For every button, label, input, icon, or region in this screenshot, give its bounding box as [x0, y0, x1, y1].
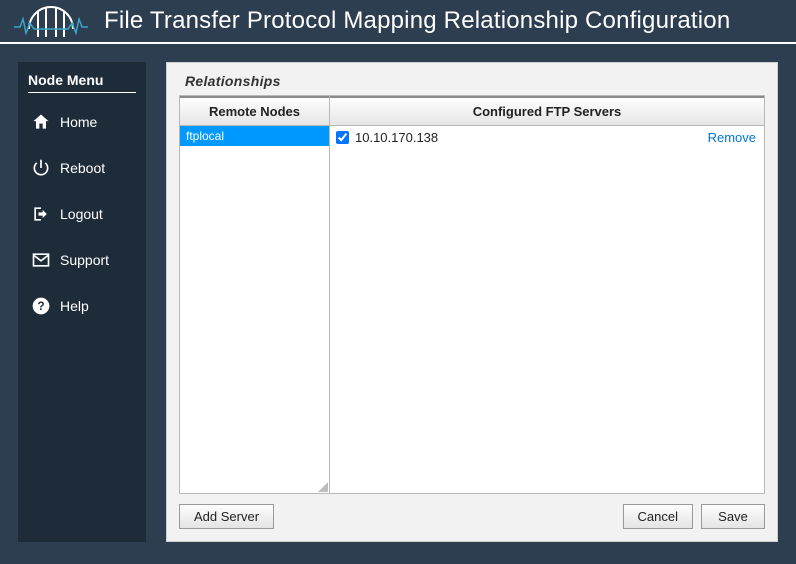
save-button[interactable]: Save: [701, 504, 765, 529]
sidebar-item-label: Reboot: [60, 160, 105, 176]
server-ip: 10.10.170.138: [355, 130, 708, 145]
servers-column: Configured FTP Servers 10.10.170.138 Rem…: [330, 96, 764, 493]
remote-node-item[interactable]: ftplocal: [180, 126, 329, 146]
servers-header: Configured FTP Servers: [330, 96, 764, 126]
sidebar-title: Node Menu: [28, 72, 136, 93]
sidebar-item-support[interactable]: Support: [28, 241, 136, 279]
mail-icon: [30, 249, 52, 271]
sidebar-item-label: Help: [60, 298, 89, 314]
home-icon: [30, 111, 52, 133]
server-row: 10.10.170.138 Remove: [330, 126, 764, 149]
server-checkbox[interactable]: [336, 131, 349, 144]
sidebar-item-label: Logout: [60, 206, 103, 222]
remote-nodes-column: Remote Nodes ftplocal: [180, 96, 330, 493]
sidebar-item-help[interactable]: ? Help: [28, 287, 136, 325]
remote-nodes-header: Remote Nodes: [180, 96, 329, 126]
content-panel: Relationships Remote Nodes ftplocal Conf…: [166, 62, 778, 542]
help-icon: ?: [30, 295, 52, 317]
panel-title: Relationships: [185, 73, 765, 89]
sidebar-item-home[interactable]: Home: [28, 103, 136, 141]
footer-buttons: Add Server Cancel Save: [179, 504, 765, 529]
sidebar-item-label: Home: [60, 114, 97, 130]
sidebar: Node Menu Home Reboot Logout Support: [18, 62, 146, 542]
resize-grip-icon[interactable]: [318, 482, 328, 492]
servers-list: 10.10.170.138 Remove: [330, 126, 764, 493]
sidebar-item-logout[interactable]: Logout: [28, 195, 136, 233]
svg-text:?: ?: [37, 300, 44, 313]
cancel-button[interactable]: Cancel: [623, 504, 693, 529]
logo-icon: [12, 1, 90, 41]
relationships-lists: Remote Nodes ftplocal Configured FTP Ser…: [179, 95, 765, 494]
page-title: File Transfer Protocol Mapping Relations…: [104, 7, 730, 35]
remove-link[interactable]: Remove: [708, 130, 756, 145]
header: File Transfer Protocol Mapping Relations…: [0, 0, 796, 44]
add-server-button[interactable]: Add Server: [179, 504, 274, 529]
power-icon: [30, 157, 52, 179]
remote-nodes-list: ftplocal: [180, 126, 329, 493]
logout-icon: [30, 203, 52, 225]
sidebar-item-reboot[interactable]: Reboot: [28, 149, 136, 187]
sidebar-item-label: Support: [60, 252, 109, 268]
